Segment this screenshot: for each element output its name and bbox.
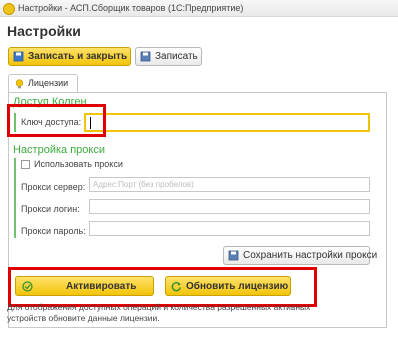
highlight-license-buttons bbox=[8, 267, 317, 307]
save-and-close-label: Записать и закрыть bbox=[28, 51, 128, 62]
save-button[interactable]: Записать bbox=[135, 47, 202, 66]
app-logo-icon bbox=[3, 3, 15, 15]
access-key-input[interactable] bbox=[84, 113, 370, 132]
save-and-close-button[interactable]: Записать и закрыть bbox=[8, 47, 131, 66]
save-label: Записать bbox=[155, 51, 198, 62]
save-proxy-settings-label: Сохранить настройки прокси bbox=[243, 250, 378, 261]
proxy-group-bar bbox=[14, 158, 16, 238]
save-close-icon bbox=[13, 51, 24, 62]
window-title: Настройки - АСП.Сборщик товаров (1С:Пред… bbox=[18, 3, 244, 13]
license-note: Для отображения доступных операций и кол… bbox=[7, 302, 311, 323]
page-title: Настройки bbox=[7, 23, 81, 39]
use-proxy-checkbox[interactable] bbox=[21, 160, 30, 169]
proxy-password-label: Прокси пароль: bbox=[21, 226, 86, 236]
tab-licenses-label: Лицензии bbox=[28, 78, 69, 88]
proxy-login-label: Прокси логин: bbox=[21, 204, 80, 214]
proxy-server-placeholder: Адрес:Порт (без пробелов) bbox=[93, 180, 194, 189]
save-proxy-settings-button[interactable]: Сохранить настройки прокси bbox=[223, 246, 377, 265]
floppy-disk-icon bbox=[228, 250, 239, 261]
use-proxy-label: Использовать прокси bbox=[34, 159, 123, 169]
tab-licenses[interactable]: Лицензии bbox=[8, 74, 78, 92]
highlight-access-key bbox=[7, 104, 106, 137]
proxy-server-input[interactable]: Адрес:Порт (без пробелов) bbox=[89, 177, 370, 192]
window-titlebar: Настройки - АСП.Сборщик товаров (1С:Пред… bbox=[0, 0, 398, 17]
proxy-group-title: Настройка прокси bbox=[13, 144, 105, 156]
proxy-login-input[interactable] bbox=[89, 199, 370, 214]
proxy-server-label: Прокси сервер: bbox=[21, 182, 86, 192]
floppy-disk-icon bbox=[140, 51, 151, 62]
proxy-password-input[interactable] bbox=[89, 221, 370, 236]
lightbulb-icon bbox=[15, 79, 24, 89]
